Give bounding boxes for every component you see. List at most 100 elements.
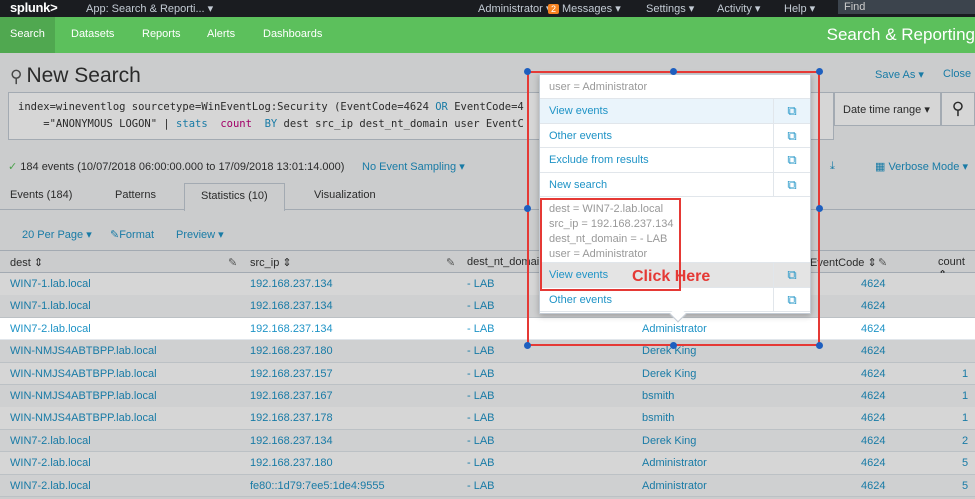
user-cell[interactable]: Administrator [642, 323, 707, 335]
eventcode-cell[interactable]: 4624 [861, 368, 885, 380]
help-menu[interactable]: Help ▾ [784, 2, 815, 15]
table-row[interactable]: WIN-NMJS4ABTBPP.lab.local 192.168.237.178… [0, 407, 975, 430]
eventcode-cell[interactable]: 4624 [861, 323, 885, 335]
count-cell[interactable]: 2 [962, 435, 968, 447]
column-header-dest-nt-domain[interactable]: dest_nt_domai [467, 256, 539, 268]
domain-cell[interactable]: - LAB [467, 412, 495, 424]
open-new-tab-icon[interactable]: ⧉ [773, 148, 810, 172]
dest-cell[interactable]: WIN-NMJS4ABTBPP.lab.local [10, 345, 157, 357]
domain-cell[interactable]: - LAB [467, 480, 495, 492]
eventcode-cell[interactable]: 4624 [861, 390, 885, 402]
column-header-eventcode[interactable]: EventCode ⇕ [810, 256, 877, 269]
src-ip-cell[interactable]: 192.168.237.134 [250, 278, 333, 290]
src-ip-cell[interactable]: 192.168.237.167 [250, 390, 333, 402]
src-ip-cell[interactable]: 192.168.237.134 [250, 435, 333, 447]
dest-cell[interactable]: WIN-NMJS4ABTBPP.lab.local [10, 412, 157, 424]
count-cell[interactable]: 1 [962, 368, 968, 380]
table-row[interactable]: WIN7-1.lab.local 192.168.237.134 - LAB 4624 [0, 295, 975, 318]
table-row[interactable]: WIN7-2.lab.local fe80::1d79:7ee5:1de4:955… [0, 474, 975, 498]
eventcode-cell[interactable]: 4624 [861, 278, 885, 290]
user-cell[interactable]: Derek King [642, 345, 696, 357]
eventcode-cell[interactable]: 4624 [861, 300, 885, 312]
download-icon[interactable]: ⤓ [830, 160, 835, 173]
nav-reports[interactable]: Reports [142, 28, 181, 40]
dest-cell[interactable]: WIN7-2.lab.local [10, 435, 91, 447]
count-cell[interactable]: 1 [962, 390, 968, 402]
dest-cell[interactable]: WIN-NMJS4ABTBPP.lab.local [10, 368, 157, 380]
format-button[interactable]: ✎Format [110, 228, 154, 241]
per-page-dropdown[interactable]: 20 Per Page ▾ [22, 228, 92, 241]
tab-patterns[interactable]: Patterns [115, 189, 156, 201]
preview-dropdown[interactable]: Preview ▾ [176, 228, 224, 241]
table-row[interactable]: WIN-NMJS4ABTBPP.lab.local 192.168.237.157… [0, 362, 975, 386]
src-ip-cell[interactable]: 192.168.237.134 [250, 323, 333, 335]
time-range-picker[interactable]: Date time range ▾ [834, 92, 941, 126]
edit-column-icon[interactable]: ✎ [878, 256, 887, 269]
eventcode-cell[interactable]: 4624 [861, 345, 885, 357]
edit-column-icon[interactable]: ✎ [228, 256, 237, 269]
src-ip-cell[interactable]: 192.168.237.180 [250, 345, 333, 357]
user-cell[interactable]: Administrator [642, 457, 707, 469]
table-row[interactable]: WIN7-2.lab.local 192.168.237.134 - LAB Admi… [0, 317, 975, 341]
dest-cell[interactable]: WIN7-1.lab.local [10, 300, 91, 312]
find-input[interactable]: Find [838, 0, 975, 14]
domain-cell[interactable]: - LAB [467, 300, 495, 312]
dest-cell[interactable]: WIN7-2.lab.local [10, 480, 91, 492]
user-cell[interactable]: Derek King [642, 435, 696, 447]
count-cell[interactable]: 5 [962, 457, 968, 469]
eventcode-cell[interactable]: 4624 [861, 480, 885, 492]
nav-search[interactable]: Search [0, 17, 55, 53]
src-ip-cell[interactable]: 192.168.237.180 [250, 457, 333, 469]
event-sampling-dropdown[interactable]: No Event Sampling ▾ [362, 160, 465, 173]
domain-cell[interactable]: - LAB [467, 368, 495, 380]
tab-events[interactable]: Events (184) [10, 189, 72, 201]
popup-exclude-from-results[interactable]: Exclude from results ⧉ [540, 148, 810, 173]
open-new-tab-icon[interactable]: ⧉ [773, 123, 810, 148]
search-mode-dropdown[interactable]: ▦ Verbose Mode ▾ [875, 160, 968, 173]
settings-menu[interactable]: Settings ▾ [646, 2, 694, 15]
tab-visualization[interactable]: Visualization [314, 189, 376, 201]
nav-datasets[interactable]: Datasets [71, 28, 114, 40]
user-cell[interactable]: Derek King [642, 368, 696, 380]
dest-cell[interactable]: WIN7-1.lab.local [10, 278, 91, 290]
user-cell[interactable]: bsmith [642, 412, 674, 424]
src-ip-cell[interactable]: 192.168.237.157 [250, 368, 333, 380]
table-row[interactable]: WIN7-2.lab.local 192.168.237.180 - LAB Admi… [0, 452, 975, 475]
table-row[interactable]: WIN-NMJS4ABTBPP.lab.local 192.168.237.167… [0, 385, 975, 408]
eventcode-cell[interactable]: 4624 [861, 412, 885, 424]
count-cell[interactable]: 5 [962, 480, 968, 492]
search-go-icon[interactable]: ⚲ [941, 92, 975, 126]
domain-cell[interactable]: - LAB [467, 345, 495, 357]
user-cell[interactable]: Administrator [642, 480, 707, 492]
domain-cell[interactable]: - LAB [467, 457, 495, 469]
save-as-button[interactable]: Save As ▾ [875, 68, 924, 81]
messages-menu[interactable]: 2 Messages ▾ [548, 2, 621, 15]
nav-alerts[interactable]: Alerts [207, 28, 235, 40]
dest-cell[interactable]: WIN7-2.lab.local [10, 323, 91, 335]
table-row[interactable]: WIN-NMJS4ABTBPP.lab.local 192.168.237.180… [0, 340, 975, 363]
domain-cell[interactable]: - LAB [467, 390, 495, 402]
user-menu[interactable]: Administrator ▾ [478, 2, 551, 15]
domain-cell[interactable]: - LAB [467, 435, 495, 447]
src-ip-cell[interactable]: 192.168.237.134 [250, 300, 333, 312]
domain-cell[interactable]: - LAB [467, 278, 495, 290]
app-menu[interactable]: App: Search & Reporti... ▾ [86, 2, 213, 15]
column-header-dest[interactable]: dest ⇕ [10, 256, 43, 269]
table-row[interactable]: WIN7-1.lab.local 192.168.237.134 - LAB 4624 [0, 273, 975, 296]
open-new-tab-icon[interactable]: ⧉ [773, 263, 810, 287]
eventcode-cell[interactable]: 4624 [861, 457, 885, 469]
tab-statistics[interactable]: Statistics (10) [184, 183, 285, 211]
table-row[interactable]: WIN7-2.lab.local 192.168.237.134 - LAB Dere… [0, 429, 975, 453]
popup-new-search[interactable]: New search ⧉ [540, 172, 810, 197]
popup-view-events[interactable]: View events ⧉ [540, 99, 810, 124]
activity-menu[interactable]: Activity ▾ [717, 2, 760, 15]
splunk-logo[interactable]: splunk> [10, 0, 58, 15]
eventcode-cell[interactable]: 4624 [861, 435, 885, 447]
nav-dashboards[interactable]: Dashboards [263, 28, 322, 40]
open-new-tab-icon[interactable]: ⧉ [773, 172, 810, 197]
close-button[interactable]: Close [943, 68, 971, 80]
src-ip-cell[interactable]: fe80::1d79:7ee5:1de4:9555 [250, 480, 385, 492]
column-header-src-ip[interactable]: src_ip ⇕ [250, 256, 292, 269]
popup-other-events[interactable]: Other events ⧉ [540, 123, 810, 148]
dest-cell[interactable]: WIN-NMJS4ABTBPP.lab.local [10, 390, 157, 402]
